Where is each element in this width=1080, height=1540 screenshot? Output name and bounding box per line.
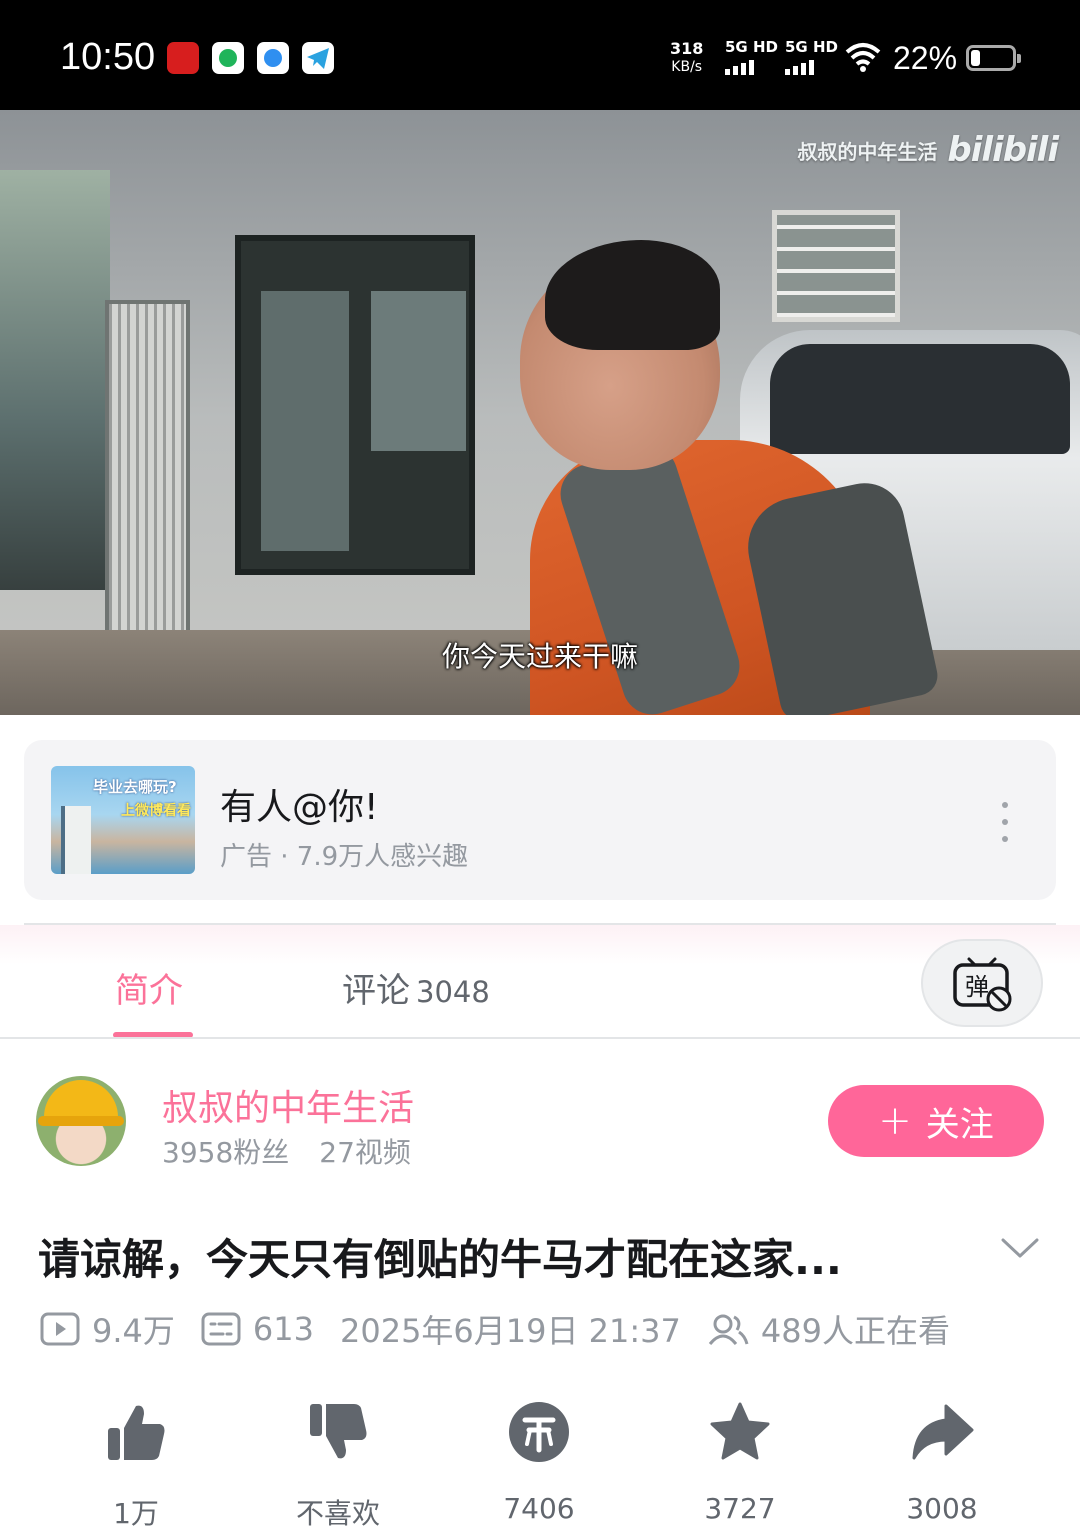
notification-app-icon <box>257 42 289 74</box>
more-options-icon[interactable] <box>999 802 1011 842</box>
share-button[interactable]: 3008 <box>862 1400 1022 1525</box>
ad-title: 有人@你! <box>220 787 379 828</box>
share-count: 3008 <box>906 1492 978 1525</box>
coin-icon <box>509 1402 569 1462</box>
watching-count: 489人正在看 <box>760 1312 950 1350</box>
video-frame-window <box>772 210 900 322</box>
danmaku-toggle-button[interactable]: 弹 <box>921 939 1043 1027</box>
tab-intro[interactable]: 简介 <box>115 963 183 1012</box>
ad-thumbnail-text: 上微博看看 <box>121 803 191 819</box>
ad-subtitle: 广告 · 7.9万人感兴趣 <box>220 842 469 872</box>
play-count-icon <box>40 1312 80 1346</box>
telegram-icon <box>302 42 334 74</box>
chevron-down-icon[interactable] <box>1000 1236 1040 1260</box>
divider <box>0 1037 1080 1039</box>
favorite-count: 3727 <box>704 1492 776 1525</box>
favorite-button[interactable]: 3727 <box>660 1400 820 1525</box>
dislike-label: 不喜欢 <box>295 1497 380 1530</box>
star-icon <box>710 1402 770 1460</box>
signal-sim1-icon: 5G HD <box>725 38 778 75</box>
comments-count: 3048 <box>416 975 490 1009</box>
battery-percent: 22% <box>893 40 958 76</box>
action-bar: 1万 不喜欢 7406 3727 3008 <box>0 1400 1080 1540</box>
tab-bar: 简介 评论 3048 弹 <box>0 925 1080 1038</box>
video-meta: 9.4万 613 2025年6月19日 21:37 489人正在看 <box>40 1307 950 1351</box>
uploader-fans: 3958粉丝 <box>162 1136 290 1169</box>
signal-sim2-icon: 5G HD <box>785 38 838 75</box>
dislike-button[interactable]: 不喜欢 <box>258 1400 418 1532</box>
viewers-icon <box>708 1314 749 1345</box>
danmaku-off-icon: 弹 <box>953 957 1012 1012</box>
network-speed: 318 KB/s <box>670 39 704 76</box>
status-bar: 10:50 318 KB/s 5G HD 5G HD 22% <box>0 0 1080 110</box>
uploader-avatar[interactable] <box>36 1076 126 1166</box>
status-time: 10:50 <box>60 36 156 78</box>
notification-app-icon <box>167 42 199 74</box>
like-button[interactable]: 1万 <box>56 1400 216 1532</box>
video-player[interactable]: 叔叔的中年生活 bilibili 你今天过来干嘛 <box>0 110 1080 715</box>
tab-comments[interactable]: 评论 3048 <box>342 963 490 1012</box>
video-frame-gate <box>105 300 190 660</box>
plus-icon: + <box>878 1098 912 1144</box>
notification-app-icon <box>212 42 244 74</box>
coin-button[interactable]: 7406 <box>459 1400 619 1525</box>
video-subtitle: 你今天过来干嘛 <box>441 640 638 673</box>
ad-card[interactable]: 毕业去哪玩? 上微博看看 有人@你! 广告 · 7.9万人感兴趣 <box>24 740 1056 900</box>
ad-thumbnail-text: 毕业去哪玩? <box>93 778 177 796</box>
video-frame-door <box>235 235 475 575</box>
video-title: 请谅解，今天只有倒贴的牛马才配在这家... <box>38 1235 842 1284</box>
danmaku-count-icon <box>201 1312 241 1346</box>
battery-icon <box>966 45 1021 71</box>
publish-time: 2025年6月19日 21:37 <box>339 1312 681 1350</box>
video-watermark: 叔叔的中年生活 bilibili <box>797 130 1059 170</box>
follow-button[interactable]: + 关注 <box>828 1085 1044 1157</box>
video-frame-street <box>0 170 110 590</box>
view-count: 9.4万 <box>92 1312 175 1350</box>
like-count: 1万 <box>113 1497 159 1530</box>
ad-thumbnail[interactable]: 毕业去哪玩? 上微博看看 <box>51 766 195 874</box>
uploader-name[interactable]: 叔叔的中年生活 <box>162 1079 414 1131</box>
uploader-videos: 27视频 <box>319 1136 411 1169</box>
thumbs-up-icon <box>108 1405 165 1460</box>
wifi-icon <box>845 43 881 72</box>
bilibili-logo: bilibili <box>947 130 1059 170</box>
share-icon <box>912 1404 974 1460</box>
thumbs-down-icon <box>310 1404 367 1459</box>
uploader-stats: 3958粉丝 27视频 <box>162 1131 411 1171</box>
svg-text:弹: 弹 <box>965 973 989 1001</box>
danmaku-count: 613 <box>252 1310 314 1348</box>
coin-count: 7406 <box>503 1492 575 1525</box>
